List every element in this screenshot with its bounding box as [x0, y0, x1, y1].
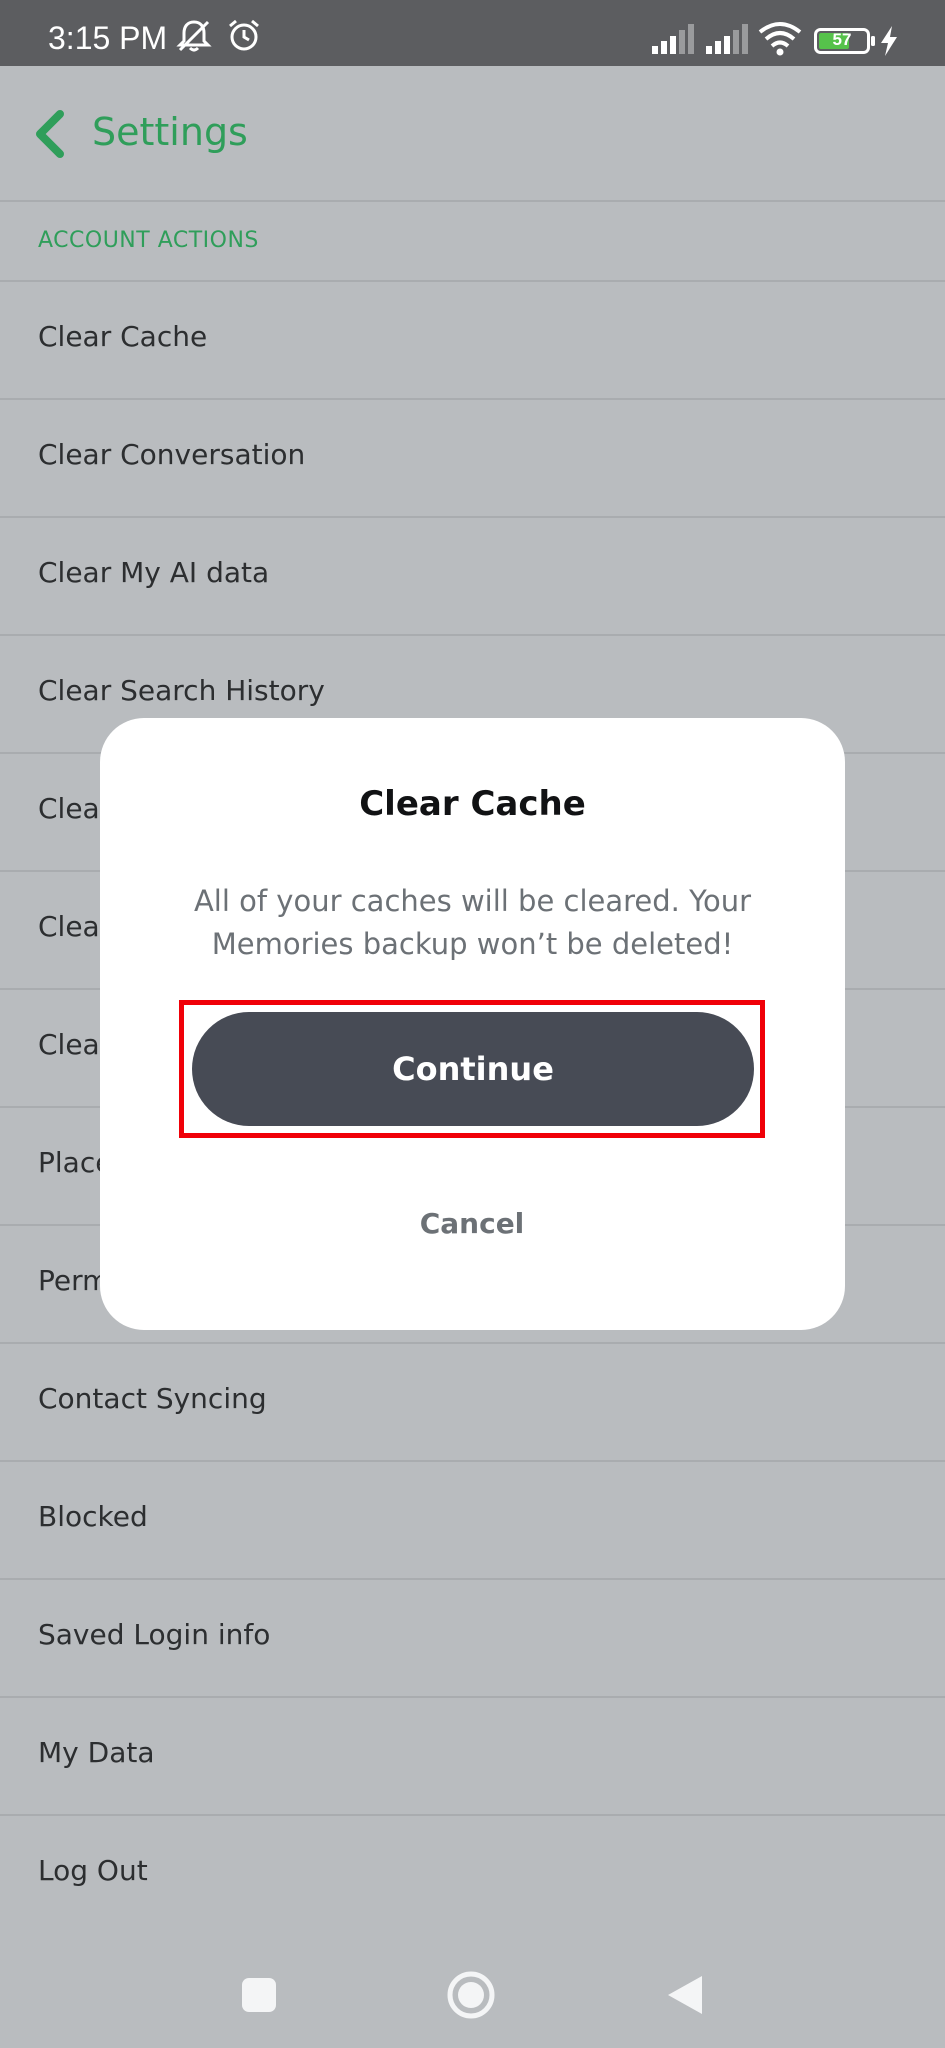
settings-header: Settings: [0, 66, 945, 202]
signal-icon: [706, 24, 750, 58]
settings-item-label: Clea: [38, 792, 100, 825]
settings-item-label: Saved Login info: [38, 1618, 271, 1651]
settings-item-label: Log Out: [38, 1854, 148, 1887]
settings-item-label: Clear Conversation: [38, 438, 306, 471]
back-triangle-icon[interactable]: [666, 1974, 704, 2020]
settings-item-blocked[interactable]: Blocked: [0, 1460, 945, 1578]
cancel-button[interactable]: Cancel: [322, 1188, 622, 1258]
settings-item-label: Blocked: [38, 1500, 148, 1533]
alarm-icon: [226, 18, 262, 58]
clear-cache-dialog: Clear Cache All of your caches will be c…: [100, 718, 845, 1330]
settings-item-label: Clear Search History: [38, 674, 325, 707]
settings-item-clear-cache[interactable]: Clear Cache: [0, 280, 945, 398]
signal-icon: [652, 24, 696, 58]
dialog-title: Clear Cache: [359, 784, 586, 824]
battery-icon: 57: [814, 28, 876, 54]
settings-item-label: Perm: [38, 1264, 110, 1297]
notifications-muted-icon: [176, 18, 212, 58]
settings-item-my-data[interactable]: My Data: [0, 1696, 945, 1814]
continue-button-label: Continue: [392, 1050, 554, 1088]
continue-button[interactable]: Continue: [192, 1012, 754, 1126]
wifi-icon: [758, 20, 802, 60]
charging-icon: [880, 26, 898, 60]
settings-item-label: My Data: [38, 1736, 155, 1769]
dialog-message: All of your caches will be cleared. Your…: [193, 884, 752, 961]
settings-item-contact-syncing[interactable]: Contact Syncing: [0, 1342, 945, 1460]
settings-item-saved-login-info[interactable]: Saved Login info: [0, 1578, 945, 1696]
home-circle-icon[interactable]: [446, 1970, 496, 2024]
settings-item-log-out[interactable]: Log Out: [0, 1814, 945, 1932]
settings-item-clear-conversation[interactable]: Clear Conversation: [0, 398, 945, 516]
settings-item-label: Clea: [38, 910, 100, 943]
page-title: Settings: [92, 110, 248, 154]
battery-level: 57: [832, 30, 852, 49]
settings-item-label: Contact Syncing: [38, 1382, 267, 1415]
back-button[interactable]: [26, 106, 76, 162]
system-navigation-bar: [0, 1948, 945, 2048]
settings-item-label: Clear Cache: [38, 320, 208, 353]
settings-item-label: Clea: [38, 1028, 100, 1061]
chevron-left-icon: [26, 110, 76, 166]
settings-item-label: Clear My AI data: [38, 556, 270, 589]
status-time: 3:15 PM: [48, 20, 168, 56]
status-bar: 3:15 PM 57: [0, 0, 945, 66]
recents-square-icon[interactable]: [240, 1976, 278, 2018]
settings-item-clear-my-ai-data[interactable]: Clear My AI data: [0, 516, 945, 634]
cancel-button-label: Cancel: [419, 1206, 525, 1240]
section-label-account-actions: ACCOUNT ACTIONS: [38, 228, 259, 253]
